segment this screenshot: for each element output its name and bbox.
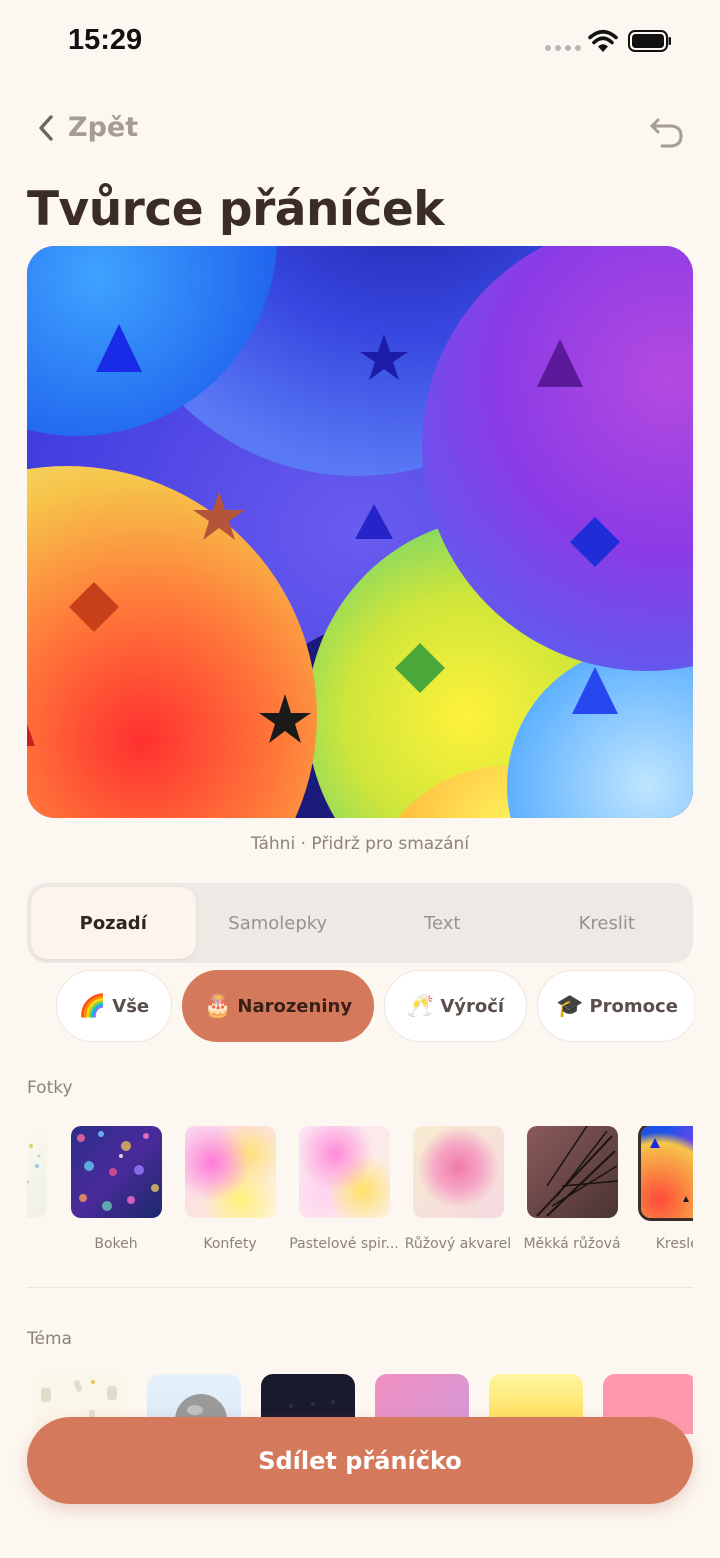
thumbnail-caption: Růžový akvarel <box>404 1236 512 1252</box>
thumbnail-image[interactable] <box>641 1126 693 1218</box>
thumbnail-caption: Kreslené <box>655 1236 693 1252</box>
chip-label: Výročí <box>440 995 505 1017</box>
chip-promoce[interactable]: 🎓 Promoce <box>537 970 693 1042</box>
tab-pozadi[interactable]: Pozadí <box>31 887 196 959</box>
tab-samolepky[interactable]: Samolepky <box>196 887 361 959</box>
page-title: Tvůrce přáníček <box>27 182 445 237</box>
status-bar: 15:29 <box>0 0 720 80</box>
canvas-hint: Táhni · Přidrž pro smazání <box>250 834 470 854</box>
photos-section-label: Fotky <box>27 1078 73 1098</box>
chip-narozeniny[interactable]: 🎂 Narozeniny <box>182 970 374 1042</box>
cake-icon: 🎂 <box>203 993 232 1019</box>
thumbnail-image[interactable] <box>71 1126 162 1218</box>
thumbnail-caption: Pastelové spir... <box>289 1236 399 1252</box>
theme-section-label: Téma <box>27 1329 72 1349</box>
chip-vyroci[interactable]: 🥂 Výročí <box>384 970 527 1042</box>
rainbow-icon: 🌈 <box>78 993 107 1019</box>
cellular-signal-icon <box>545 45 581 51</box>
thumbnail-image[interactable] <box>413 1126 504 1218</box>
thumbnail-caption: Bokeh <box>94 1236 138 1252</box>
champagne-glasses-icon: 🥂 <box>406 993 435 1019</box>
card-canvas[interactable] <box>27 246 693 818</box>
section-divider <box>27 1287 693 1288</box>
graduation-cap-icon: 🎓 <box>556 993 584 1019</box>
category-chips: 🌈 Vše 🎂 Narozeniny 🥂 Výročí 🎓 Promoce <box>56 970 693 1044</box>
thumbnail-image[interactable] <box>299 1126 390 1218</box>
undo-icon[interactable] <box>648 114 686 150</box>
thumbnail-image[interactable] <box>527 1126 618 1218</box>
photo-thumbnails: Bokeh Konfety Pastelové spir... Růžový a… <box>27 1126 693 1266</box>
battery-icon <box>628 30 671 52</box>
back-button[interactable]: Zpět <box>36 112 138 143</box>
chip-label: Promoce <box>589 995 678 1017</box>
thumbnail-caption: Konfety <box>203 1236 257 1252</box>
tab-kreslit[interactable]: Kreslit <box>525 887 690 959</box>
status-time: 15:29 <box>68 24 143 56</box>
thumbnail-caption: Měkká růžová <box>523 1236 621 1252</box>
share-card-button[interactable]: Sdílet přáníčko <box>27 1417 693 1504</box>
editor-tabs: Pozadí Samolepky Text Kreslit <box>27 883 693 963</box>
chip-label: Narozeniny <box>237 995 353 1017</box>
tab-text[interactable]: Text <box>360 887 525 959</box>
back-label: Zpět <box>68 112 139 143</box>
card-background-artwork <box>27 246 693 818</box>
chevron-left-icon <box>39 114 53 141</box>
wifi-icon <box>588 29 618 52</box>
thumbnail-image[interactable] <box>185 1126 276 1218</box>
thumbnail-partial[interactable] <box>27 1126 47 1218</box>
chip-vse[interactable]: 🌈 Vše <box>56 970 172 1042</box>
chip-label: Vše <box>112 995 150 1017</box>
